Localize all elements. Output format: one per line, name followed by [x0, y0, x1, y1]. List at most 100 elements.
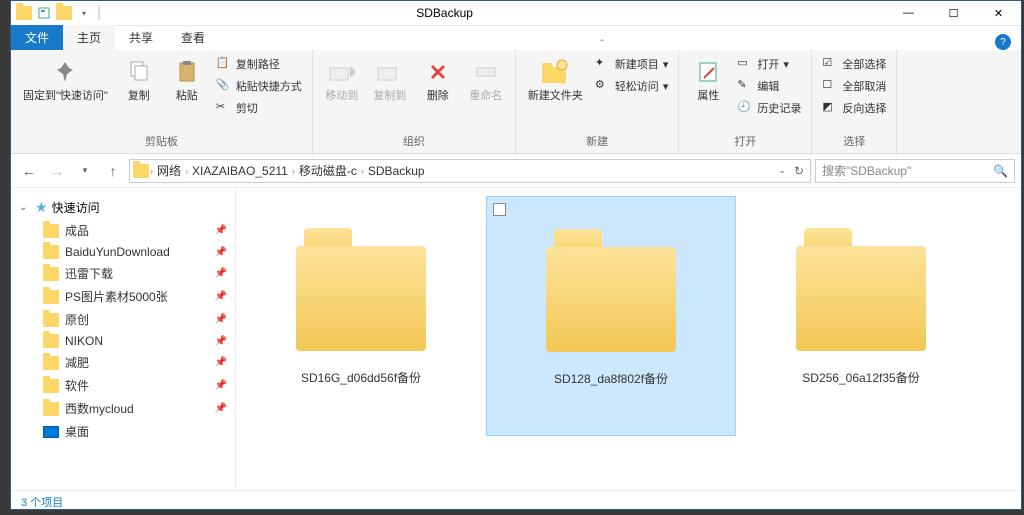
delete-button[interactable]: 删除: [417, 54, 459, 105]
sidebar-item[interactable]: BaiduYunDownload📌: [15, 242, 231, 262]
folder-icon: [132, 162, 150, 180]
folder-icon: [43, 224, 59, 238]
pin-icon: 📌: [215, 247, 227, 258]
open-icon: ▭: [737, 56, 753, 72]
sidebar-item-desktop[interactable]: 桌面: [15, 420, 231, 443]
sidebar-item[interactable]: NIKON📌: [15, 331, 231, 351]
up-button[interactable]: ↑: [101, 159, 125, 183]
edit-button[interactable]: ✎编辑: [735, 76, 803, 96]
sidebar-item[interactable]: 减肥📌: [15, 351, 231, 374]
copy-path-button[interactable]: 📋复制路径: [214, 54, 304, 74]
tab-file[interactable]: 文件: [11, 25, 63, 50]
search-icon[interactable]: 🔍: [993, 164, 1008, 178]
invert-icon: ◩: [822, 100, 838, 116]
folder-name: SD256_06a12f35备份: [802, 369, 919, 386]
explorer-window: ▾ | SDBackup ― ☐ ✕ 文件 主页 共享 查看 ˆ ? 固定到"快…: [10, 0, 1022, 510]
folder-item[interactable]: SD256_06a12f35备份: [736, 196, 986, 436]
refresh-icon[interactable]: ↻: [794, 164, 804, 178]
minimize-button[interactable]: ―: [886, 1, 931, 26]
move-to-button[interactable]: 移动到: [321, 54, 363, 105]
qat-dropdown-icon[interactable]: ▾: [75, 4, 93, 22]
address-dropdown-icon[interactable]: ⌄: [778, 165, 786, 176]
pin-icon: 📌: [215, 268, 227, 279]
folder-item[interactable]: SD16G_d06dd56f备份: [236, 196, 486, 436]
open-button[interactable]: ▭打开 ▾: [735, 54, 803, 74]
easyaccess-icon: ⚙: [595, 78, 611, 94]
sidebar-item[interactable]: 软件📌: [15, 374, 231, 397]
paste-icon: [171, 56, 203, 88]
quick-access-header[interactable]: ⌄ ★ 快速访问: [15, 196, 231, 219]
easy-access-button[interactable]: ⚙轻松访问 ▾: [593, 76, 671, 96]
ribbon-collapse-icon[interactable]: ˆ: [600, 39, 603, 50]
delete-icon: [422, 56, 454, 88]
pin-icon: 📌: [215, 291, 227, 302]
forward-button[interactable]: →: [45, 159, 69, 183]
paste-shortcut-button[interactable]: 📎粘贴快捷方式: [214, 76, 304, 96]
sidebar-item[interactable]: 原创📌: [15, 308, 231, 331]
chevron-down-icon: ⌄: [19, 202, 31, 213]
close-button[interactable]: ✕: [976, 1, 1021, 26]
sidebar-item[interactable]: 迅雷下载📌: [15, 262, 231, 285]
breadcrumb-item[interactable]: 移动磁盘-c: [295, 162, 361, 179]
back-button[interactable]: ←: [17, 159, 41, 183]
open-group-label: 打开: [687, 131, 803, 151]
select-none-button[interactable]: ☐全部取消: [820, 76, 888, 96]
breadcrumb-item[interactable]: XIAZAIBAO_5211: [188, 164, 292, 178]
desktop-icon: [43, 426, 59, 438]
file-list: SD16G_d06dd56f备份 SD128_da8f802f备份 SD256_06…: [236, 188, 1021, 490]
recent-dropdown[interactable]: ▾: [73, 159, 97, 183]
pin-icon: 📌: [215, 357, 227, 368]
invert-selection-button[interactable]: ◩反向选择: [820, 98, 888, 118]
properties-icon: [692, 56, 724, 88]
tab-view[interactable]: 查看: [167, 25, 219, 50]
folder-icon: [43, 290, 59, 304]
pin-icon: 📌: [215, 314, 227, 325]
select-all-button[interactable]: ☑全部选择: [820, 54, 888, 74]
search-input[interactable]: 搜索"SDBackup" 🔍: [815, 159, 1015, 183]
breadcrumb[interactable]: › 网络› XIAZAIBAO_5211› 移动磁盘-c› SDBackup ⌄…: [129, 159, 811, 183]
tab-home[interactable]: 主页: [63, 25, 115, 50]
breadcrumb-item[interactable]: SDBackup: [364, 164, 429, 178]
folder-item[interactable]: SD128_da8f802f备份: [486, 196, 736, 436]
rename-icon: [470, 56, 502, 88]
window-title: SDBackup: [103, 6, 886, 20]
copy-icon: [123, 56, 155, 88]
clipboard-group-label: 剪贴板: [19, 131, 304, 151]
new-item-button[interactable]: ✦新建项目 ▾: [593, 54, 671, 74]
sidebar-item[interactable]: PS图片素材5000张📌: [15, 285, 231, 308]
maximize-button[interactable]: ☐: [931, 1, 976, 26]
selectall-icon: ☑: [822, 56, 838, 72]
ribbon: 固定到"快速访问" 复制 粘贴 📋复制路径 📎粘贴快捷方式 ✂剪切 剪贴板: [11, 50, 1021, 154]
open-group: 属性 ▭打开 ▾ ✎编辑 🕘历史记录 打开: [679, 50, 812, 153]
pin-icon: 📌: [215, 336, 227, 347]
copy-to-button[interactable]: 复制到: [369, 54, 411, 105]
folder-name: SD16G_d06dd56f备份: [301, 369, 421, 386]
paste-button[interactable]: 粘贴: [166, 54, 208, 105]
folder-icon: [43, 334, 59, 348]
checkbox[interactable]: [493, 203, 506, 216]
ribbon-tabs: 文件 主页 共享 查看 ˆ ?: [11, 26, 1021, 50]
pin-icon: 📌: [215, 225, 227, 236]
status-bar: 3 个项目: [11, 490, 1021, 512]
pin-icon: 📌: [215, 403, 227, 414]
new-folder-button[interactable]: 新建文件夹: [524, 54, 587, 105]
breadcrumb-item[interactable]: 网络: [153, 162, 185, 179]
folder-name: SD128_da8f802f备份: [554, 370, 668, 387]
pin-to-quick-access-button[interactable]: 固定到"快速访问": [19, 54, 112, 105]
shortcut-icon: 📎: [216, 78, 232, 94]
properties-qat-icon[interactable]: [35, 4, 53, 22]
tab-share[interactable]: 共享: [115, 25, 167, 50]
pin-icon: 📌: [215, 380, 227, 391]
folder-qat-icon[interactable]: [55, 4, 73, 22]
rename-button[interactable]: 重命名: [465, 54, 507, 105]
properties-button[interactable]: 属性: [687, 54, 729, 105]
quick-access-toolbar: ▾ |: [11, 4, 103, 22]
help-icon[interactable]: ?: [995, 34, 1011, 50]
history-button[interactable]: 🕘历史记录: [735, 98, 803, 118]
sidebar-item[interactable]: 西数mycloud📌: [15, 397, 231, 420]
cut-button[interactable]: ✂剪切: [214, 98, 304, 118]
folder-icon: [296, 246, 426, 351]
move-icon: [326, 56, 358, 88]
copy-button[interactable]: 复制: [118, 54, 160, 105]
sidebar-item[interactable]: 成品📌: [15, 219, 231, 242]
